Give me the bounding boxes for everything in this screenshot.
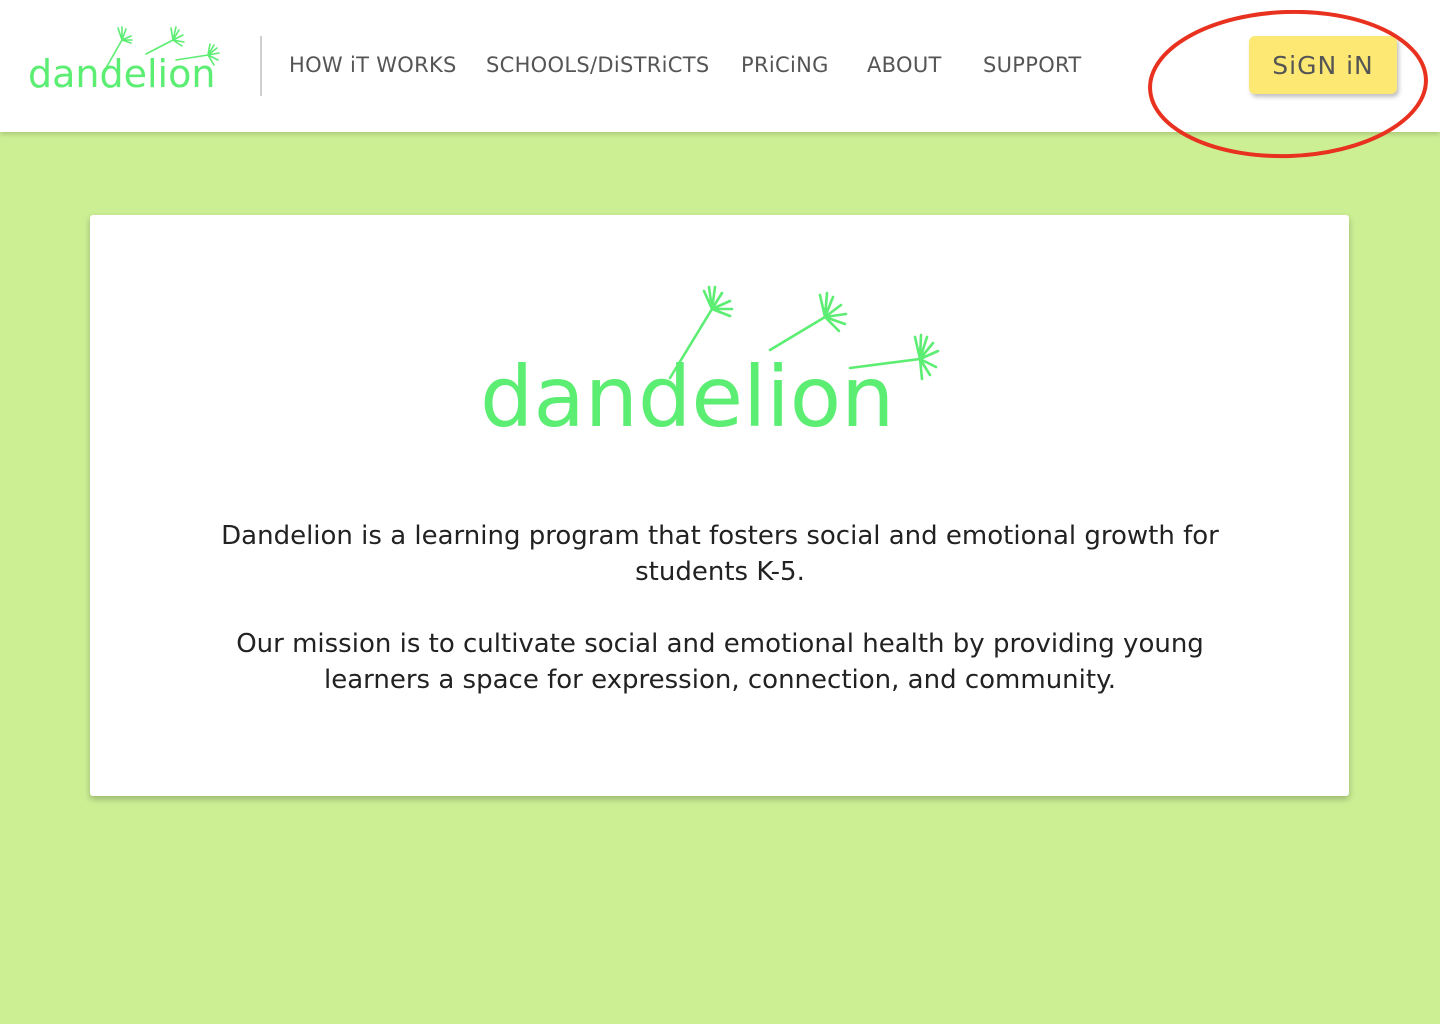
hero-logo-text: dandelion [480,348,895,446]
sign-in-button[interactable]: SiGN iN [1249,36,1397,94]
nav-about[interactable]: ABOUT [867,50,942,80]
header-divider [260,36,262,96]
intro-card: dandelion Dandelion is a learning progra… [90,215,1349,796]
nav-support[interactable]: SUPPORT [983,50,1082,80]
nav-how-it-works[interactable]: HOW iT WORKS [289,50,457,80]
site-header: dandelion HOW iT WORKS SCHOOLS/DiSTRiCTS… [0,0,1440,132]
intro-paragraph: Dandelion is a learning program that fos… [221,521,1219,587]
brand-logo-link[interactable]: dandelion [26,24,226,98]
nav-pricing[interactable]: PRiCiNG [741,50,829,80]
mission-paragraph: Our mission is to cultivate social and e… [236,629,1204,695]
hero-logo: dandelion [480,282,960,452]
brand-name: dandelion [28,52,216,96]
nav-schools-districts[interactable]: SCHOOLS/DiSTRiCTS [486,50,709,80]
